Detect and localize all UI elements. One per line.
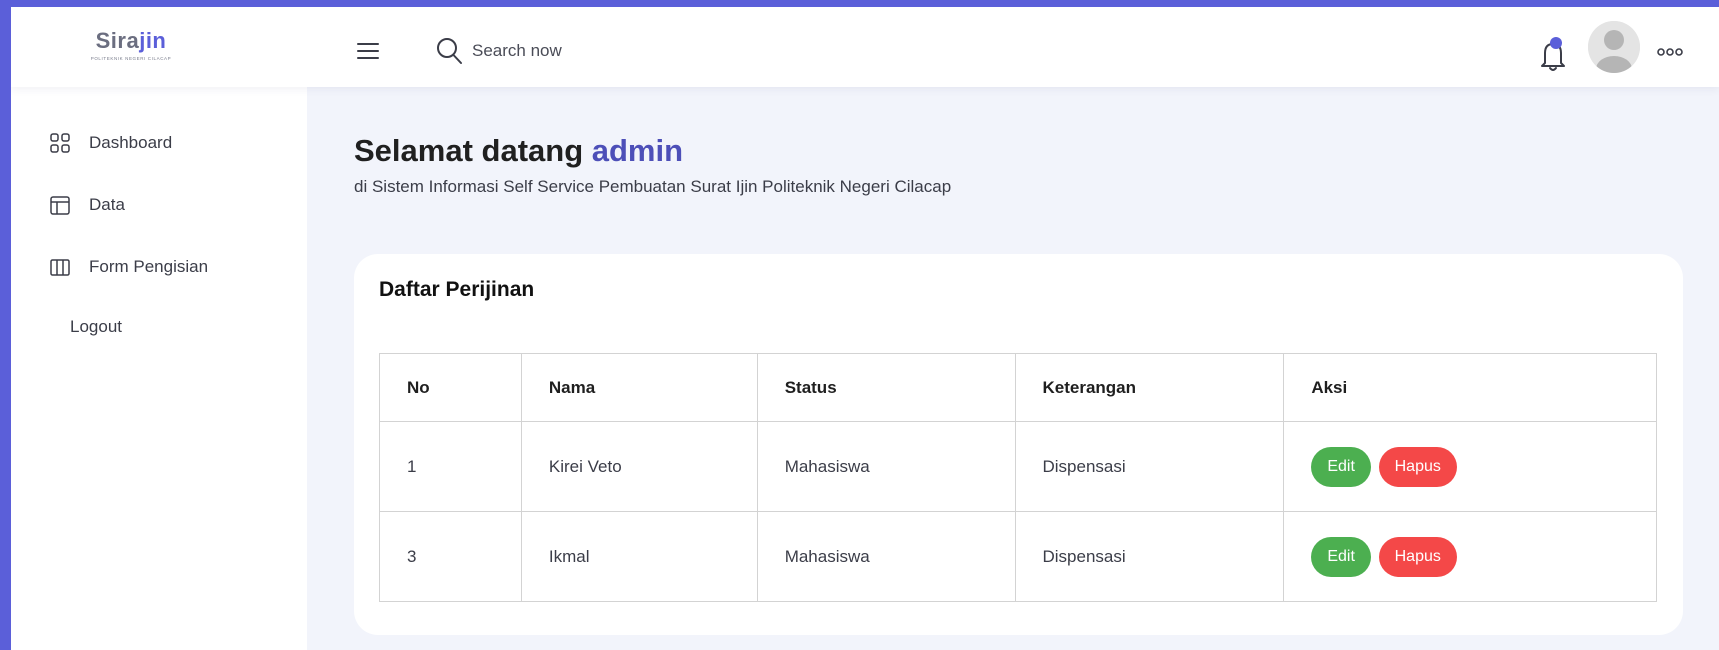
edit-button[interactable]: Edit — [1311, 446, 1371, 487]
app-window: Sirajin POLITEKNIK NEGERI CILACAP Search… — [11, 7, 1719, 650]
page-subtitle: di Sistem Informasi Self Service Pembuat… — [354, 177, 952, 196]
cell-no: 1 — [379, 421, 522, 512]
menu-toggle-icon[interactable] — [357, 43, 379, 61]
layout-icon — [50, 196, 70, 215]
cell-keterangan: Dispensasi — [1014, 511, 1285, 602]
logo-wordmark: Sirajin — [95, 28, 167, 53]
notification-dot — [1550, 37, 1562, 49]
sidebar-item-logout[interactable]: Logout — [70, 312, 122, 342]
sidebar-item-data[interactable]: Data — [49, 190, 125, 220]
search-icon[interactable] — [435, 36, 463, 66]
grid-icon — [50, 133, 70, 153]
delete-button[interactable]: Hapus — [1378, 446, 1457, 487]
column-header-keterangan: Keterangan — [1014, 353, 1285, 422]
cell-nama: Kirei Veto — [520, 421, 758, 512]
user-avatar-icon — [1588, 21, 1640, 73]
sidebar-item-label: Dashboard — [89, 133, 173, 152]
cell-aksi: Edit Hapus — [1283, 421, 1657, 512]
logo[interactable]: Sirajin POLITEKNIK NEGERI CILACAP — [81, 29, 181, 75]
permits-card: Daftar Perijinan No Nama Status Keterang… — [354, 254, 1683, 635]
card-title: Daftar Perijinan — [379, 278, 535, 301]
sidebar-item-form-pengisian[interactable]: Form Pengisian — [49, 252, 208, 282]
avatar[interactable] — [1588, 21, 1640, 73]
columns-icon — [50, 259, 70, 276]
table-row: 1 Kirei Veto Mahasiswa Dispensasi Edit H… — [379, 421, 1657, 512]
column-header-status: Status — [756, 353, 1016, 422]
logo-subtitle: POLITEKNIK NEGERI CILACAP — [90, 56, 172, 61]
username-text: admin — [591, 133, 684, 168]
edit-button[interactable]: Edit — [1311, 536, 1371, 577]
column-header-nama: Nama — [520, 353, 758, 422]
sidebar-item-label: Logout — [70, 317, 122, 336]
cell-aksi: Edit Hapus — [1283, 511, 1657, 602]
cell-status: Mahasiswa — [756, 421, 1016, 512]
greeting-text: Selamat datang — [354, 133, 584, 168]
table-header-row: No Nama Status Keterangan Aksi — [379, 353, 1657, 422]
table-row: 3 Ikmal Mahasiswa Dispensasi Edit Hapus — [379, 511, 1657, 602]
sidebar-item-label: Data — [89, 195, 125, 214]
search-input[interactable] — [472, 37, 732, 65]
delete-button[interactable]: Hapus — [1378, 536, 1457, 577]
sidebar-item-dashboard[interactable]: Dashboard — [49, 128, 172, 158]
sidebar-item-label: Form Pengisian — [89, 257, 209, 276]
cell-keterangan: Dispensasi — [1014, 421, 1285, 512]
column-header-no: No — [379, 353, 522, 422]
page-title: Selamat datang admin — [354, 133, 683, 169]
permits-table: No Nama Status Keterangan Aksi 1 Kirei V… — [379, 353, 1657, 602]
cell-nama: Ikmal — [520, 511, 758, 602]
column-header-aksi: Aksi — [1283, 353, 1657, 422]
top-bar: Sirajin POLITEKNIK NEGERI CILACAP — [11, 7, 1719, 87]
more-options-icon[interactable] — [1657, 47, 1683, 57]
cell-status: Mahasiswa — [756, 511, 1016, 602]
bell-icon[interactable] — [1536, 33, 1570, 73]
sidebar: Dashboard Data Form Pengisian Logout — [11, 87, 307, 650]
cell-no: 3 — [379, 511, 522, 602]
